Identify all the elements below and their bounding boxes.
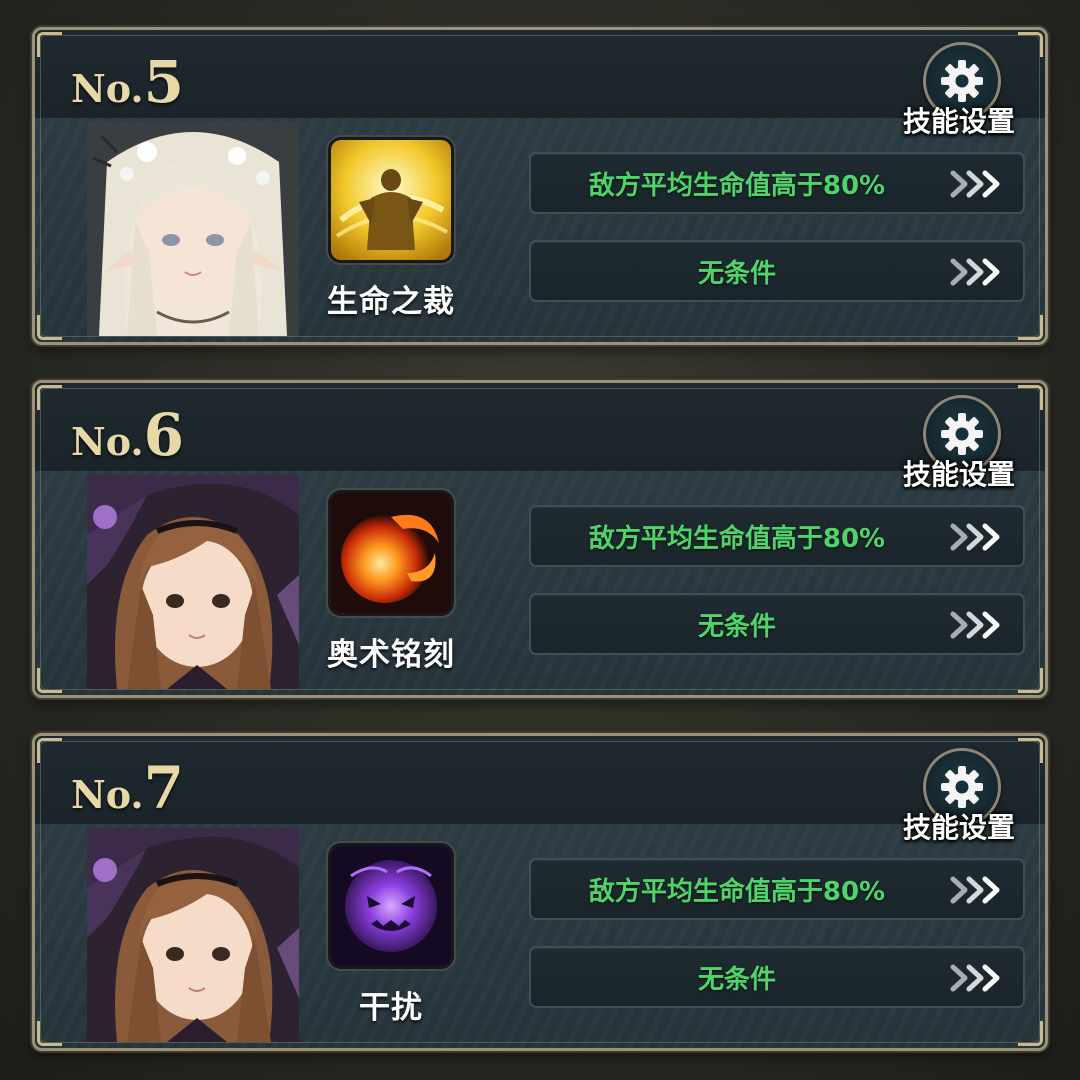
skill-card: No.6 技能设置 奥术铭刻 敌方平均生命值高于80% 无条件 xyxy=(32,380,1048,698)
rank-label: No.5 xyxy=(71,48,184,116)
condition-text: 无条件 xyxy=(697,258,776,289)
skill-name: 生命之裁 xyxy=(327,284,455,320)
triple-chevron-right-icon xyxy=(949,961,1005,995)
triple-chevron-right-icon xyxy=(949,255,1005,289)
gear-icon xyxy=(939,411,985,457)
skill-card: No.5 技能设置 生命之裁 敌方平均生命值高于80% 无条件 xyxy=(32,27,1048,345)
skill-icon-button[interactable] xyxy=(331,493,451,613)
witch-portrait-icon xyxy=(87,475,299,689)
rank-number: 6 xyxy=(143,401,185,469)
witch-portrait-icon xyxy=(87,828,299,1042)
gear-icon xyxy=(939,764,985,810)
rank-prefix: No. xyxy=(71,772,144,817)
skill-name: 干扰 xyxy=(359,990,423,1026)
fireball-icon xyxy=(331,493,451,613)
purple-shadow-icon xyxy=(331,846,451,966)
skill-settings-label: 技能设置 xyxy=(902,105,1015,138)
card-header xyxy=(35,30,1045,118)
rank-prefix: No. xyxy=(71,66,144,111)
rank-number: 7 xyxy=(143,754,185,822)
condition-slot-2[interactable]: 无条件 xyxy=(529,946,1025,1008)
condition-text: 敌方平均生命值高于80% xyxy=(588,170,886,201)
condition-slot-2[interactable]: 无条件 xyxy=(529,593,1025,655)
skill-settings-button[interactable]: 技能设置 xyxy=(903,42,1015,142)
skill-icon-button[interactable] xyxy=(331,846,451,966)
gear-icon xyxy=(939,58,985,104)
rank-label: No.7 xyxy=(71,754,184,822)
hero-portrait[interactable] xyxy=(87,828,299,1042)
triple-chevron-right-icon xyxy=(949,520,1005,554)
skill-settings-button[interactable]: 技能设置 xyxy=(903,395,1015,495)
rank-prefix: No. xyxy=(71,419,144,464)
triple-chevron-right-icon xyxy=(949,167,1005,201)
condition-slot-1[interactable]: 敌方平均生命值高于80% xyxy=(529,152,1025,214)
skill-icon-button[interactable] xyxy=(331,140,451,260)
card-header xyxy=(35,736,1045,824)
condition-slot-2[interactable]: 无条件 xyxy=(529,240,1025,302)
hero-portrait[interactable] xyxy=(87,122,299,336)
elf-portrait-icon xyxy=(87,122,299,336)
card-header xyxy=(35,383,1045,471)
golden-warrior-icon xyxy=(331,140,451,260)
skill-settings-label: 技能设置 xyxy=(902,811,1015,844)
skill-card: No.7 技能设置 干扰 敌方平均生命值高于80% 无条件 xyxy=(32,733,1048,1051)
skill-settings-button[interactable]: 技能设置 xyxy=(903,748,1015,848)
condition-slot-1[interactable]: 敌方平均生命值高于80% xyxy=(529,505,1025,567)
condition-text: 无条件 xyxy=(697,611,776,642)
hero-portrait[interactable] xyxy=(87,475,299,689)
rank-label: No.6 xyxy=(71,401,184,469)
condition-text: 无条件 xyxy=(697,964,776,995)
rank-number: 5 xyxy=(143,48,185,116)
triple-chevron-right-icon xyxy=(949,608,1005,642)
condition-text: 敌方平均生命值高于80% xyxy=(588,876,886,907)
skill-settings-label: 技能设置 xyxy=(902,458,1015,491)
skill-name: 奥术铭刻 xyxy=(327,637,455,673)
triple-chevron-right-icon xyxy=(949,873,1005,907)
condition-slot-1[interactable]: 敌方平均生命值高于80% xyxy=(529,858,1025,920)
condition-text: 敌方平均生命值高于80% xyxy=(588,523,886,554)
